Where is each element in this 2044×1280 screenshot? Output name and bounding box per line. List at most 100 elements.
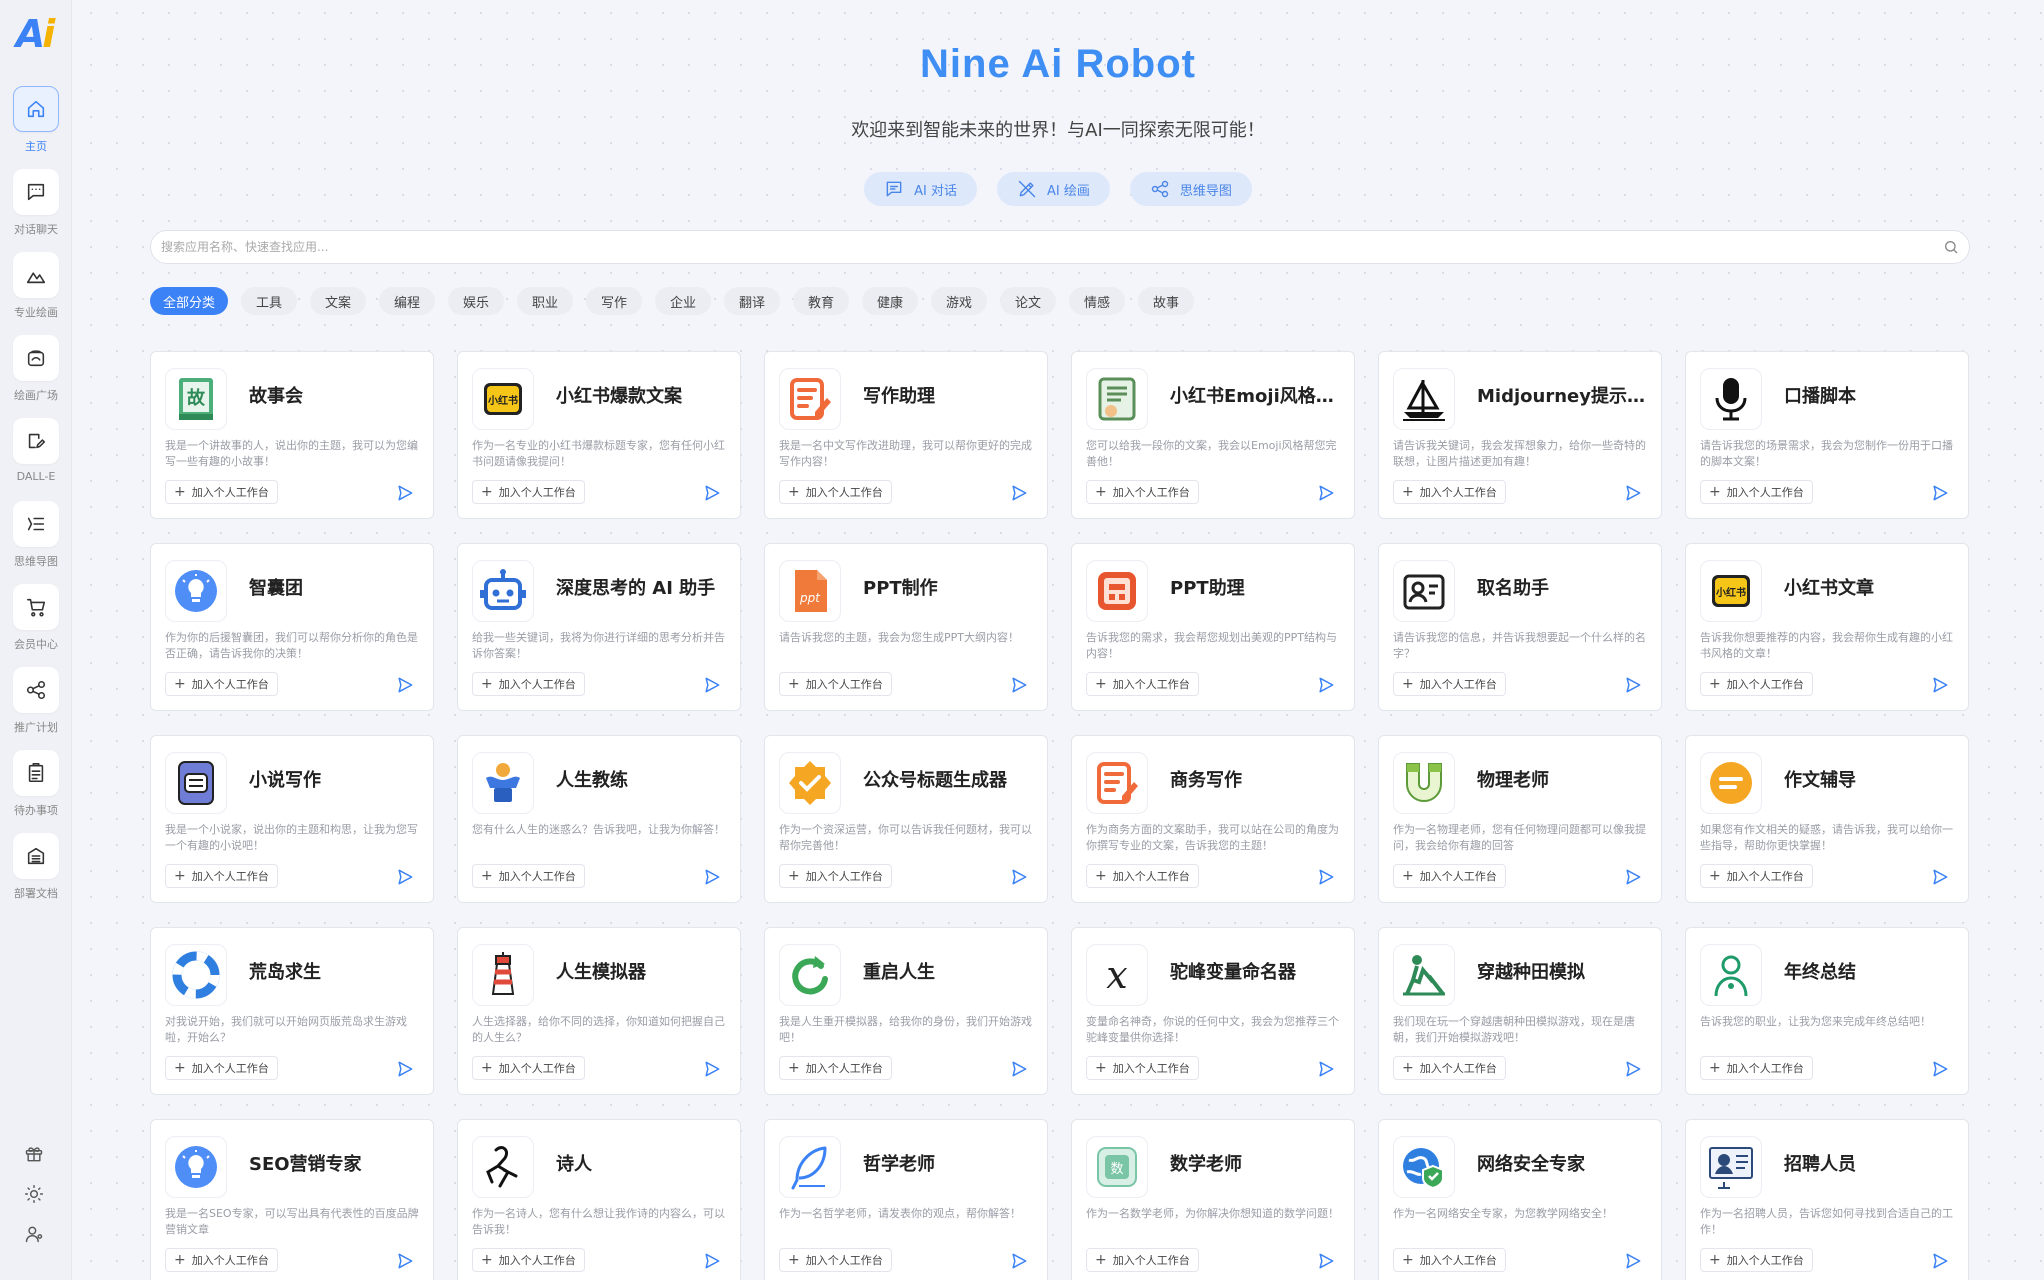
add-to-workspace-button[interactable]: + 加入个人工作台 <box>1393 1248 1506 1272</box>
app-card[interactable]: 智囊团 作为你的后援智囊团，我们可以帮你分析你的角色是否正确，请告诉我你的决策！ +… <box>150 543 434 711</box>
app-logo[interactable]: Ai <box>12 12 56 56</box>
app-card[interactable]: x 驼峰变量命名器 变量命名神奇，你说的任何中文，我会为您推荐三个驼峰变量供你选择！… <box>1071 927 1355 1095</box>
add-to-workspace-button[interactable]: + 加入个人工作台 <box>1700 864 1813 888</box>
app-card[interactable]: 公众号标题生成器 作为一个资深运营，你可以告诉我任何题材，我可以帮你完善他！ + 加入… <box>764 735 1048 903</box>
add-to-workspace-button[interactable]: + 加入个人工作台 <box>1700 480 1813 504</box>
send-arrow-icon[interactable] <box>1623 483 1643 503</box>
add-to-workspace-button[interactable]: + 加入个人工作台 <box>1086 1248 1199 1272</box>
sidebar-item[interactable]: 主页 <box>0 86 72 154</box>
category-chip[interactable]: 编程 <box>379 287 436 315</box>
send-arrow-icon[interactable] <box>1316 483 1336 503</box>
send-arrow-icon[interactable] <box>702 675 722 695</box>
search-icon[interactable] <box>1943 239 1959 255</box>
category-chip[interactable]: 全部分类 <box>150 287 229 315</box>
send-arrow-icon[interactable] <box>1009 1059 1029 1079</box>
add-to-workspace-button[interactable]: + 加入个人工作台 <box>472 480 585 504</box>
sidebar-item[interactable]: DALL-E <box>0 418 72 483</box>
send-arrow-icon[interactable] <box>702 1059 722 1079</box>
add-to-workspace-button[interactable]: + 加入个人工作台 <box>779 1056 892 1080</box>
add-to-workspace-button[interactable]: + 加入个人工作台 <box>472 672 585 696</box>
app-card[interactable]: 小红书Emoji风格文案 您可以给我一段你的文案，我会以Emoji风格帮您完善他！… <box>1071 351 1355 519</box>
send-arrow-icon[interactable] <box>1316 1059 1336 1079</box>
send-arrow-icon[interactable] <box>1316 675 1336 695</box>
app-card[interactable]: 年终总结 告诉我您的职业，让我为您来完成年终总结吧！ + 加入个人工作台 <box>1685 927 1969 1095</box>
app-card[interactable]: SEO营销专家 我是一名SEO专家，可以写出具有代表性的百度品牌营销文章 + 加入个人… <box>150 1119 434 1280</box>
send-arrow-icon[interactable] <box>1009 1251 1029 1271</box>
sidebar-item[interactable]: 会员中心 <box>0 584 72 652</box>
gift-icon[interactable] <box>24 1144 46 1166</box>
app-card[interactable]: 诗人 作为一名诗人，您有什么想让我作诗的内容么，可以告诉我！ + 加入个人工作台 <box>457 1119 741 1280</box>
app-card[interactable]: 小红书 小红书文章 告诉我你想要推荐的内容，我会帮你生成有趣的小红书风格的文章！ + 加… <box>1685 543 1969 711</box>
send-arrow-icon[interactable] <box>1930 1251 1950 1271</box>
category-chip[interactable]: 健康 <box>862 287 919 315</box>
app-card[interactable]: 哲学老师 作为一名哲学老师，请发表你的观点，帮你解答！ + 加入个人工作台 <box>764 1119 1048 1280</box>
user-settings-icon[interactable] <box>24 1224 46 1246</box>
send-arrow-icon[interactable] <box>1009 867 1029 887</box>
add-to-workspace-button[interactable]: + 加入个人工作台 <box>1700 672 1813 696</box>
category-chip[interactable]: 工具 <box>241 287 298 315</box>
send-arrow-icon[interactable] <box>395 1059 415 1079</box>
send-arrow-icon[interactable] <box>1009 483 1029 503</box>
add-to-workspace-button[interactable]: + 加入个人工作台 <box>1393 480 1506 504</box>
app-card[interactable]: 重启人生 我是人生重开模拟器，给我你的身份，我们开始游戏吧！ + 加入个人工作台 <box>764 927 1048 1095</box>
add-to-workspace-button[interactable]: + 加入个人工作台 <box>165 1056 278 1080</box>
category-chip[interactable]: 职业 <box>517 287 574 315</box>
add-to-workspace-button[interactable]: + 加入个人工作台 <box>1700 1056 1813 1080</box>
send-arrow-icon[interactable] <box>702 483 722 503</box>
app-card[interactable]: 物理老师 作为一名物理老师，您有任何物理问题都可以像我提问，我会给你有趣的回答 + 加… <box>1378 735 1662 903</box>
category-chip[interactable]: 文案 <box>310 287 367 315</box>
app-card[interactable]: 小红书 小红书爆款文案 作为一名专业的小红书爆款标题专家，您有任何小红书问题请像我提… <box>457 351 741 519</box>
send-arrow-icon[interactable] <box>395 483 415 503</box>
add-to-workspace-button[interactable]: + 加入个人工作台 <box>165 864 278 888</box>
add-to-workspace-button[interactable]: + 加入个人工作台 <box>1086 1056 1199 1080</box>
app-card[interactable]: 故 故事会 我是一个讲故事的人，说出你的主题，我可以为您编写一些有趣的小故事！ + 加入… <box>150 351 434 519</box>
send-arrow-icon[interactable] <box>1930 1059 1950 1079</box>
app-card[interactable]: 人生教练 您有什么人生的迷惑么？告诉我吧，让我为你解答！ + 加入个人工作台 <box>457 735 741 903</box>
send-arrow-icon[interactable] <box>1930 675 1950 695</box>
add-to-workspace-button[interactable]: + 加入个人工作台 <box>779 864 892 888</box>
add-to-workspace-button[interactable]: + 加入个人工作台 <box>472 864 585 888</box>
send-arrow-icon[interactable] <box>1009 675 1029 695</box>
app-card[interactable]: 招聘人员 作为一名招聘人员，告诉您如何寻找到合适自己的工作！ + 加入个人工作台 <box>1685 1119 1969 1280</box>
send-arrow-icon[interactable] <box>1623 675 1643 695</box>
sidebar-item[interactable]: 待办事项 <box>0 750 72 818</box>
send-arrow-icon[interactable] <box>395 1251 415 1271</box>
add-to-workspace-button[interactable]: + 加入个人工作台 <box>779 480 892 504</box>
sidebar-item[interactable]: 部署文档 <box>0 833 72 901</box>
add-to-workspace-button[interactable]: + 加入个人工作台 <box>779 672 892 696</box>
app-card[interactable]: 口播脚本 请告诉我您的场景需求，我会为您制作一份用于口播的脚本文案！ + 加入个人工作… <box>1685 351 1969 519</box>
sidebar-item[interactable]: 思维导图 <box>0 501 72 569</box>
category-chip[interactable]: 写作 <box>586 287 643 315</box>
ai-draw-button[interactable]: AI 绘画 <box>996 172 1110 206</box>
theme-sun-icon[interactable] <box>24 1184 46 1206</box>
add-to-workspace-button[interactable]: + 加入个人工作台 <box>1086 480 1199 504</box>
app-card[interactable]: PPT助理 告诉我您的需求，我会帮您规划出美观的PPT结构与内容！ + 加入个人工作台 <box>1071 543 1355 711</box>
app-card[interactable]: 作文辅导 如果您有作文相关的疑惑，请告诉我，我可以给你一些指导，帮助你更快掌握！ +… <box>1685 735 1969 903</box>
app-card[interactable]: 穿越种田模拟 我们现在玩一个穿越唐朝种田模拟游戏，现在是唐朝，我们开始模拟游戏吧！… <box>1378 927 1662 1095</box>
add-to-workspace-button[interactable]: + 加入个人工作台 <box>1086 864 1199 888</box>
search-input[interactable] <box>161 231 1921 263</box>
app-card[interactable]: 小说写作 我是一个小说家，说出你的主题和构思，让我为您写一个有趣的小说吧！ + 加入个… <box>150 735 434 903</box>
category-chip[interactable]: 翻译 <box>724 287 781 315</box>
category-chip[interactable]: 教育 <box>793 287 850 315</box>
send-arrow-icon[interactable] <box>702 867 722 887</box>
add-to-workspace-button[interactable]: + 加入个人工作台 <box>1393 864 1506 888</box>
add-to-workspace-button[interactable]: + 加入个人工作台 <box>472 1056 585 1080</box>
send-arrow-icon[interactable] <box>702 1251 722 1271</box>
add-to-workspace-button[interactable]: + 加入个人工作台 <box>1393 1056 1506 1080</box>
add-to-workspace-button[interactable]: + 加入个人工作台 <box>1086 672 1199 696</box>
sidebar-item[interactable]: 绘画广场 <box>0 335 72 403</box>
send-arrow-icon[interactable] <box>1623 1059 1643 1079</box>
app-card[interactable]: 人生模拟器 人生选择器，给你不同的选择，你知道如何把握自己的人生么？ + 加入个人工作… <box>457 927 741 1095</box>
category-chip[interactable]: 故事 <box>1138 287 1195 315</box>
category-chip[interactable]: 情感 <box>1069 287 1126 315</box>
add-to-workspace-button[interactable]: + 加入个人工作台 <box>779 1248 892 1272</box>
app-card[interactable]: 商务写作 作为商务方面的文案助手，我可以站在公司的角度为你撰写专业的文案，告诉我您… <box>1071 735 1355 903</box>
category-chip[interactable]: 娱乐 <box>448 287 505 315</box>
send-arrow-icon[interactable] <box>395 867 415 887</box>
app-card[interactable]: Midjourney提示词生成请告诉我关键词，我会发挥想象力，给你一些奇特的联想… <box>1378 351 1662 519</box>
send-arrow-icon[interactable] <box>1623 867 1643 887</box>
category-chip[interactable]: 企业 <box>655 287 712 315</box>
add-to-workspace-button[interactable]: + 加入个人工作台 <box>472 1248 585 1272</box>
add-to-workspace-button[interactable]: + 加入个人工作台 <box>165 1248 278 1272</box>
